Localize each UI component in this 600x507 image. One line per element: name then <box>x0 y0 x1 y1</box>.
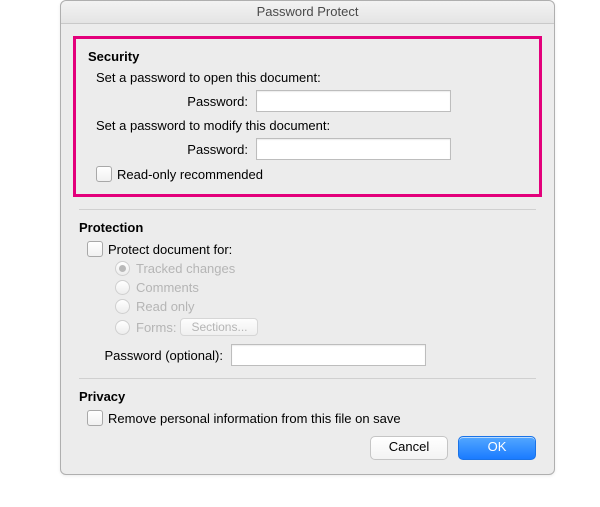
protect-document-for-checkbox[interactable] <box>87 241 103 257</box>
comments-label: Comments <box>136 280 199 295</box>
divider <box>79 378 536 379</box>
read-only-label: Read only <box>136 299 195 314</box>
window-title: Password Protect <box>61 1 554 24</box>
privacy-heading: Privacy <box>79 389 536 404</box>
forms-label: Forms: <box>136 320 176 335</box>
protect-document-for-label: Protect document for: <box>108 242 232 257</box>
ok-button[interactable]: OK <box>458 436 536 460</box>
open-password-label: Password: <box>88 94 256 109</box>
tracked-changes-label: Tracked changes <box>136 261 235 276</box>
protection-heading: Protection <box>79 220 536 235</box>
remove-personal-info-label: Remove personal information from this fi… <box>108 411 401 426</box>
modify-password-prompt: Set a password to modify this document: <box>96 118 527 133</box>
divider <box>79 209 536 210</box>
open-password-prompt: Set a password to open this document: <box>96 70 527 85</box>
tracked-changes-radio <box>115 261 130 276</box>
password-protect-dialog: Password Protect Security Set a password… <box>60 0 555 475</box>
readonly-recommended-checkbox[interactable] <box>96 166 112 182</box>
readonly-recommended-label: Read-only recommended <box>117 167 263 182</box>
sections-button: Sections... <box>180 318 258 336</box>
forms-radio <box>115 320 130 335</box>
protection-password-input[interactable] <box>231 344 426 366</box>
modify-password-input[interactable] <box>256 138 451 160</box>
security-heading: Security <box>88 49 527 64</box>
remove-personal-info-checkbox[interactable] <box>87 410 103 426</box>
modify-password-label: Password: <box>88 142 256 157</box>
security-section-highlight: Security Set a password to open this doc… <box>73 36 542 197</box>
comments-radio <box>115 280 130 295</box>
cancel-button[interactable]: Cancel <box>370 436 448 460</box>
open-password-input[interactable] <box>256 90 451 112</box>
read-only-radio <box>115 299 130 314</box>
protection-password-label: Password (optional): <box>87 348 231 363</box>
